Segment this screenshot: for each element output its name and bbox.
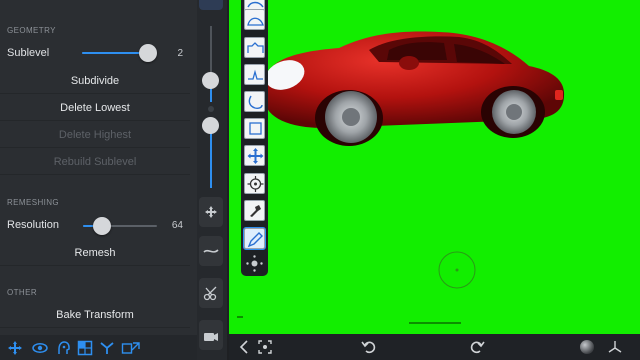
car-model xyxy=(237,31,565,324)
remesh-button[interactable]: Remesh xyxy=(0,240,190,266)
smooth-brush-icon xyxy=(249,122,262,135)
delete-lowest-button[interactable]: Delete Lowest xyxy=(0,95,190,121)
topology-icon[interactable] xyxy=(99,340,115,356)
strength-slider-fill xyxy=(210,130,212,188)
eye-icon[interactable] xyxy=(32,340,48,356)
resolution-slider[interactable] xyxy=(83,217,157,235)
bake-transform-button[interactable]: Bake Transform xyxy=(0,302,190,328)
divider-dot xyxy=(208,106,214,112)
delete-highest-button[interactable]: Delete Highest xyxy=(0,122,190,148)
remeshing-header: REMESHING xyxy=(7,198,60,207)
move-arrows-icon xyxy=(205,206,217,218)
viewport-canvas[interactable] xyxy=(229,0,640,334)
rebuild-sublevel-button[interactable]: Rebuild Sublevel xyxy=(0,149,190,175)
video-camera-button[interactable] xyxy=(199,320,223,350)
paint-brush-icon xyxy=(247,232,263,248)
axis-icon[interactable] xyxy=(607,339,623,355)
layer-brush-icon xyxy=(247,42,264,53)
layer-brush-tool[interactable] xyxy=(244,37,265,58)
smooth-brush-tool[interactable] xyxy=(244,118,265,139)
move-icon[interactable] xyxy=(7,340,23,356)
resolution-label: Resolution xyxy=(7,219,59,231)
sublevel-slider[interactable] xyxy=(82,44,157,62)
transform-brush-icon xyxy=(247,176,264,192)
grid-icon[interactable] xyxy=(77,340,93,356)
stroke-curve-button[interactable] xyxy=(199,236,223,266)
scissors-button[interactable] xyxy=(199,278,223,308)
pinch-brush-icon xyxy=(248,69,263,80)
move-arrows-button[interactable] xyxy=(199,197,223,227)
resolution-value: 64 xyxy=(171,220,183,231)
frame-icon[interactable] xyxy=(257,339,273,355)
flatten-brush-tool[interactable] xyxy=(244,91,265,112)
geometry-header: GEOMETRY xyxy=(7,26,56,35)
head-icon[interactable] xyxy=(55,340,71,356)
redo-icon[interactable] xyxy=(469,339,485,355)
move-brush-tool[interactable] xyxy=(244,145,265,166)
transform-icon[interactable] xyxy=(121,340,141,356)
undo-icon[interactable] xyxy=(361,339,377,355)
inflate-brush-icon xyxy=(247,17,264,26)
slider-knob[interactable] xyxy=(139,44,157,62)
sculpt-tools-bar xyxy=(241,0,268,276)
flatten-brush-icon xyxy=(248,95,263,109)
geometry-panel: GEOMETRY Sublevel 2 Subdivide Delete Low… xyxy=(0,0,197,335)
slider-knob[interactable] xyxy=(92,217,111,235)
more-tools-button[interactable] xyxy=(244,253,265,274)
pinch-brush-tool[interactable] xyxy=(244,64,265,85)
paint-brush-tool[interactable] xyxy=(243,227,266,250)
back-icon[interactable] xyxy=(236,339,252,355)
more-tools-icon xyxy=(246,255,263,272)
radius-slider-knob[interactable] xyxy=(202,72,219,89)
stroke-curve-icon xyxy=(203,249,219,253)
move-brush-icon xyxy=(247,148,264,164)
video-camera-icon xyxy=(204,333,218,341)
strength-slider-knob[interactable] xyxy=(202,117,219,134)
other-header: OTHER xyxy=(7,288,37,297)
material-sphere-icon[interactable] xyxy=(579,339,595,355)
subdivide-button[interactable]: Subdivide xyxy=(0,68,190,94)
inflate-brush-tool[interactable] xyxy=(244,9,265,30)
drag-brush-icon xyxy=(250,205,261,217)
left-bottom-toolbar xyxy=(0,335,197,360)
symmetry-button[interactable] xyxy=(199,0,223,10)
sublevel-value: 2 xyxy=(177,48,183,59)
sublevel-label: Sublevel xyxy=(7,47,50,59)
drag-brush-tool[interactable] xyxy=(244,200,265,221)
scissors-icon xyxy=(203,286,217,301)
viewport-bottom-toolbar xyxy=(229,334,640,360)
transform-brush-tool[interactable] xyxy=(244,173,265,194)
brush-settings-strip xyxy=(197,0,227,360)
